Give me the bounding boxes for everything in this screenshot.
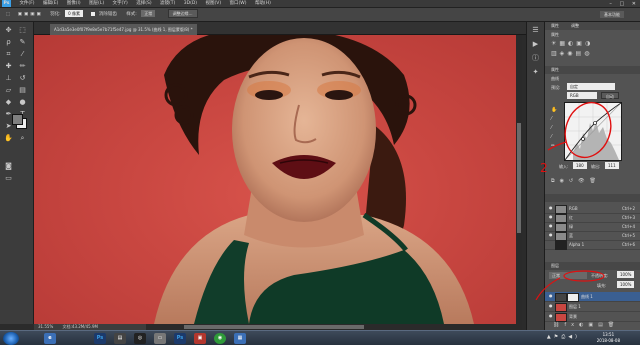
zoom-tool-icon[interactable]: ⌕: [18, 134, 27, 143]
annotation-number-2: 2: [540, 161, 548, 175]
tab-properties[interactable]: 属性: [551, 22, 559, 29]
style-select[interactable]: 正常: [141, 10, 156, 17]
gradient-tool-icon[interactable]: ▤: [18, 86, 27, 95]
app-icon-2[interactable]: ▭: [154, 333, 166, 344]
maximize-button[interactable]: □: [619, 1, 624, 7]
move-tool-icon[interactable]: ✥: [4, 26, 13, 35]
selection-mode-icons[interactable]: ▣▣▣▣: [18, 12, 43, 17]
tools-panel: ✥ ⬚ ρ ✎ ⌗ ⁄ ✚ ✏ ⊥ ↺ ▱ ▤ ◆ ● ✒ T ➤ ■ ✋ ⌕ …: [0, 22, 34, 324]
menu-image[interactable]: 图像(I): [67, 0, 81, 8]
vertical-scrollbar[interactable]: [516, 35, 522, 324]
menu-window[interactable]: 窗口(W): [230, 0, 247, 8]
app-icon-4[interactable]: ▦: [234, 333, 246, 344]
refine-edge-button[interactable]: 调整边缘...: [167, 9, 198, 18]
annotation-arrow: [535, 277, 561, 300]
ie-icon[interactable]: e: [44, 333, 56, 344]
hand-tool-icon[interactable]: ✋: [4, 134, 13, 143]
menu-select[interactable]: 选择(S): [136, 0, 151, 8]
lasso-tool-icon[interactable]: ρ: [4, 38, 13, 47]
properties-title: 属性: [551, 67, 559, 72]
menu-filter[interactable]: 滤镜(T): [160, 0, 175, 8]
add-adjustment-label: 属性: [551, 32, 559, 37]
brush-panel-icon[interactable]: ✦: [531, 68, 540, 77]
workspace-switcher[interactable]: 基本功能: [600, 11, 624, 18]
portrait-illustration: [154, 35, 474, 324]
adjustment-icons-row1[interactable]: ☀▦◐▣◑: [551, 40, 593, 47]
dodge-tool-icon[interactable]: ●: [18, 98, 27, 107]
annotation-stroke: [547, 141, 567, 151]
photoshop-taskbar-icon-2[interactable]: Ps: [174, 333, 186, 344]
layer-row[interactable]: ● 背景: [545, 312, 640, 322]
annotation-circle-layer: [563, 270, 605, 282]
options-bar: ⬚ ▣▣▣▣ 羽化: 0 像素 消除锯齿 样式: 正常 调整边缘...: [0, 8, 640, 22]
photoshop-logo: Ps: [2, 0, 11, 7]
minimize-button[interactable]: –: [609, 1, 612, 7]
brush-tool-icon[interactable]: ✏: [18, 62, 27, 71]
zoom-level[interactable]: 31.55%: [38, 324, 53, 329]
eraser-tool-icon[interactable]: ▱: [4, 86, 13, 95]
menu-view[interactable]: 视图(V): [206, 0, 222, 8]
layer-row[interactable]: ● 图层 1: [545, 302, 640, 312]
healing-brush-icon[interactable]: ✚: [4, 62, 13, 71]
history-brush-icon[interactable]: ↺: [18, 74, 27, 83]
taskbar: e Ps ▤ ◎ ▭ Ps ▣ ◉ ▦ ▲⚑⎙◀) 13:51 2018-08-…: [0, 330, 640, 345]
layers-footer-icons[interactable]: ⛓fx◐▣▤🗑: [553, 322, 619, 328]
window-controls: – □ ✕: [603, 0, 636, 8]
clock[interactable]: 13:51 2018-08-08: [597, 332, 620, 344]
doc-info: 文档:43.2M/45.9M: [62, 324, 98, 329]
portrait-photo: [34, 35, 516, 324]
info-panel-icon[interactable]: ⓘ: [531, 54, 540, 63]
clock-date: 2018-08-08: [596, 338, 620, 343]
feather-label: 羽化:: [50, 12, 61, 17]
folder-icon[interactable]: ▤: [114, 333, 126, 344]
adjustment-icons-row2[interactable]: ▥◈◉▤◍: [551, 50, 592, 57]
foreground-color-swatch[interactable]: [12, 114, 23, 125]
chrome-icon[interactable]: ◉: [214, 333, 226, 344]
menu-file[interactable]: 文件(F): [19, 0, 34, 8]
menu-bar: Ps 文件(F) 编辑(E) 图像(I) 图层(L) 文字(Y) 选择(S) 滤…: [0, 0, 640, 8]
tab-adjustments[interactable]: 调整: [571, 22, 579, 29]
menu-help[interactable]: 帮助(H): [255, 0, 271, 8]
blur-tool-icon[interactable]: ◆: [4, 98, 13, 107]
document-tab[interactable]: A1d3a5e3e0f07f9e8e5e7b71f5e47.jpg @ 31.5…: [50, 24, 197, 35]
document-tab-bar: A1d3a5e3e0f07f9e8e5e7b71f5e47.jpg @ 31.5…: [34, 22, 526, 35]
history-panel-icon[interactable]: ☰: [531, 26, 540, 35]
eyedropper-icon[interactable]: ⁄: [18, 50, 27, 59]
screen-mode-icon[interactable]: ▭: [4, 174, 13, 183]
app-icon[interactable]: ◎: [134, 333, 146, 344]
stamp-tool-icon[interactable]: ⊥: [4, 74, 13, 83]
menu-3d[interactable]: 3D(D): [184, 0, 197, 8]
quick-mask-icon[interactable]: ◙: [4, 162, 13, 171]
antialias-checkbox[interactable]: [91, 11, 96, 16]
style-label: 样式:: [126, 12, 137, 17]
menu-type[interactable]: 文字(Y): [113, 0, 128, 8]
feather-input[interactable]: 0 像素: [65, 10, 83, 17]
eye-icon[interactable]: ●: [549, 314, 553, 318]
eye-icon[interactable]: ●: [549, 304, 553, 308]
quick-select-icon[interactable]: ✎: [18, 38, 27, 47]
annotation-overlay: 2: [535, 101, 612, 300]
color-panel-header: [545, 22, 640, 30]
system-tray[interactable]: ▲⚑⎙◀): [547, 334, 580, 340]
photoshop-taskbar-icon[interactable]: Ps: [94, 333, 106, 344]
canvas-area[interactable]: [34, 35, 522, 324]
start-button[interactable]: [3, 332, 19, 345]
marquee-tool-icon[interactable]: ⬚: [6, 12, 10, 17]
horizontal-scroll-thumb[interactable]: [184, 325, 364, 329]
antialias-label: 消除锯齿: [98, 12, 117, 17]
annotation-circle-curve: [564, 101, 612, 159]
actions-panel-icon[interactable]: ▶: [531, 40, 540, 49]
vertical-scroll-thumb[interactable]: [517, 123, 521, 233]
menu-layer[interactable]: 图层(L): [89, 0, 104, 8]
preset-select[interactable]: 自定: [567, 83, 615, 90]
menu-edit[interactable]: 编辑(E): [43, 0, 58, 8]
marquee-tool-icon[interactable]: ⬚: [18, 26, 27, 35]
app-icon-3[interactable]: ▣: [194, 333, 206, 344]
curves-label: 曲线: [551, 76, 559, 81]
close-button[interactable]: ✕: [632, 1, 636, 7]
properties-header: [545, 66, 640, 74]
crop-tool-icon[interactable]: ⌗: [4, 50, 13, 59]
